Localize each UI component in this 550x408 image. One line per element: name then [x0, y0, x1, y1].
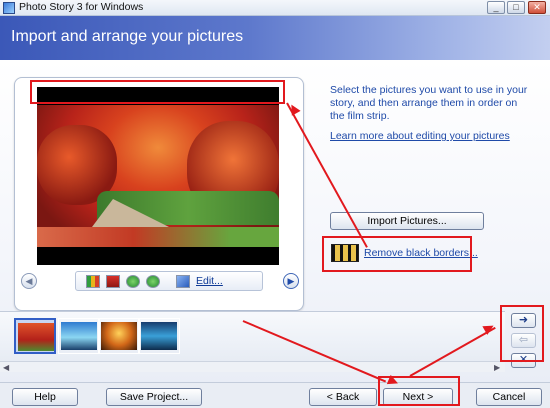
instructions-text: Select the pictures you want to use in y… [330, 84, 528, 122]
header-banner: Import and arrange your pictures [0, 16, 550, 60]
filmstrip-thumb[interactable] [14, 318, 56, 354]
preview-image [37, 87, 279, 265]
cancel-button[interactable]: Cancel [476, 388, 542, 406]
next-picture-icon[interactable]: ▶ [283, 273, 299, 289]
window-title: Photo Story 3 for Windows [19, 1, 144, 13]
save-project-button[interactable]: Save Project... [106, 388, 202, 406]
app-icon [3, 2, 15, 14]
filmstrip-thumb[interactable] [98, 318, 140, 354]
edit-icon[interactable] [176, 275, 190, 288]
preview-toolbar: ◀ Edit... ▶ [19, 270, 299, 292]
preview-panel: ◀ Edit... ▶ [14, 77, 304, 311]
learn-more-link[interactable]: Learn more about editing your pictures [330, 130, 510, 142]
red-eye-icon[interactable] [106, 275, 120, 288]
close-button[interactable]: ✕ [528, 1, 546, 14]
back-button[interactable]: < Back [309, 388, 377, 406]
film-strip [0, 311, 505, 361]
page-title: Import and arrange your pictures [11, 28, 244, 45]
rotate-right-icon[interactable] [146, 275, 160, 288]
annotation-box-black-border [30, 80, 285, 104]
filmstrip-thumb[interactable] [58, 318, 100, 354]
annotation-box-side-controls [500, 305, 544, 362]
edit-link[interactable]: Edit... [196, 275, 223, 287]
help-button[interactable]: Help [12, 388, 78, 406]
maximize-button[interactable]: □ [507, 1, 525, 14]
previous-picture-icon[interactable]: ◀ [21, 273, 37, 289]
footer-bar: Help Save Project... < Back Next > Cance… [0, 382, 550, 408]
filmstrip-thumb[interactable] [138, 318, 180, 354]
annotation-box-remove-borders [322, 236, 472, 272]
edit-tools: Edit... [75, 271, 263, 291]
scroll-left-icon[interactable]: ◀ [3, 363, 9, 372]
minimize-button[interactable]: _ [487, 1, 505, 14]
title-bar: Photo Story 3 for Windows _ □ ✕ [0, 0, 550, 16]
rotate-left-icon[interactable] [126, 275, 140, 288]
levels-icon[interactable] [86, 275, 100, 288]
scroll-right-icon[interactable]: ▶ [494, 363, 500, 372]
